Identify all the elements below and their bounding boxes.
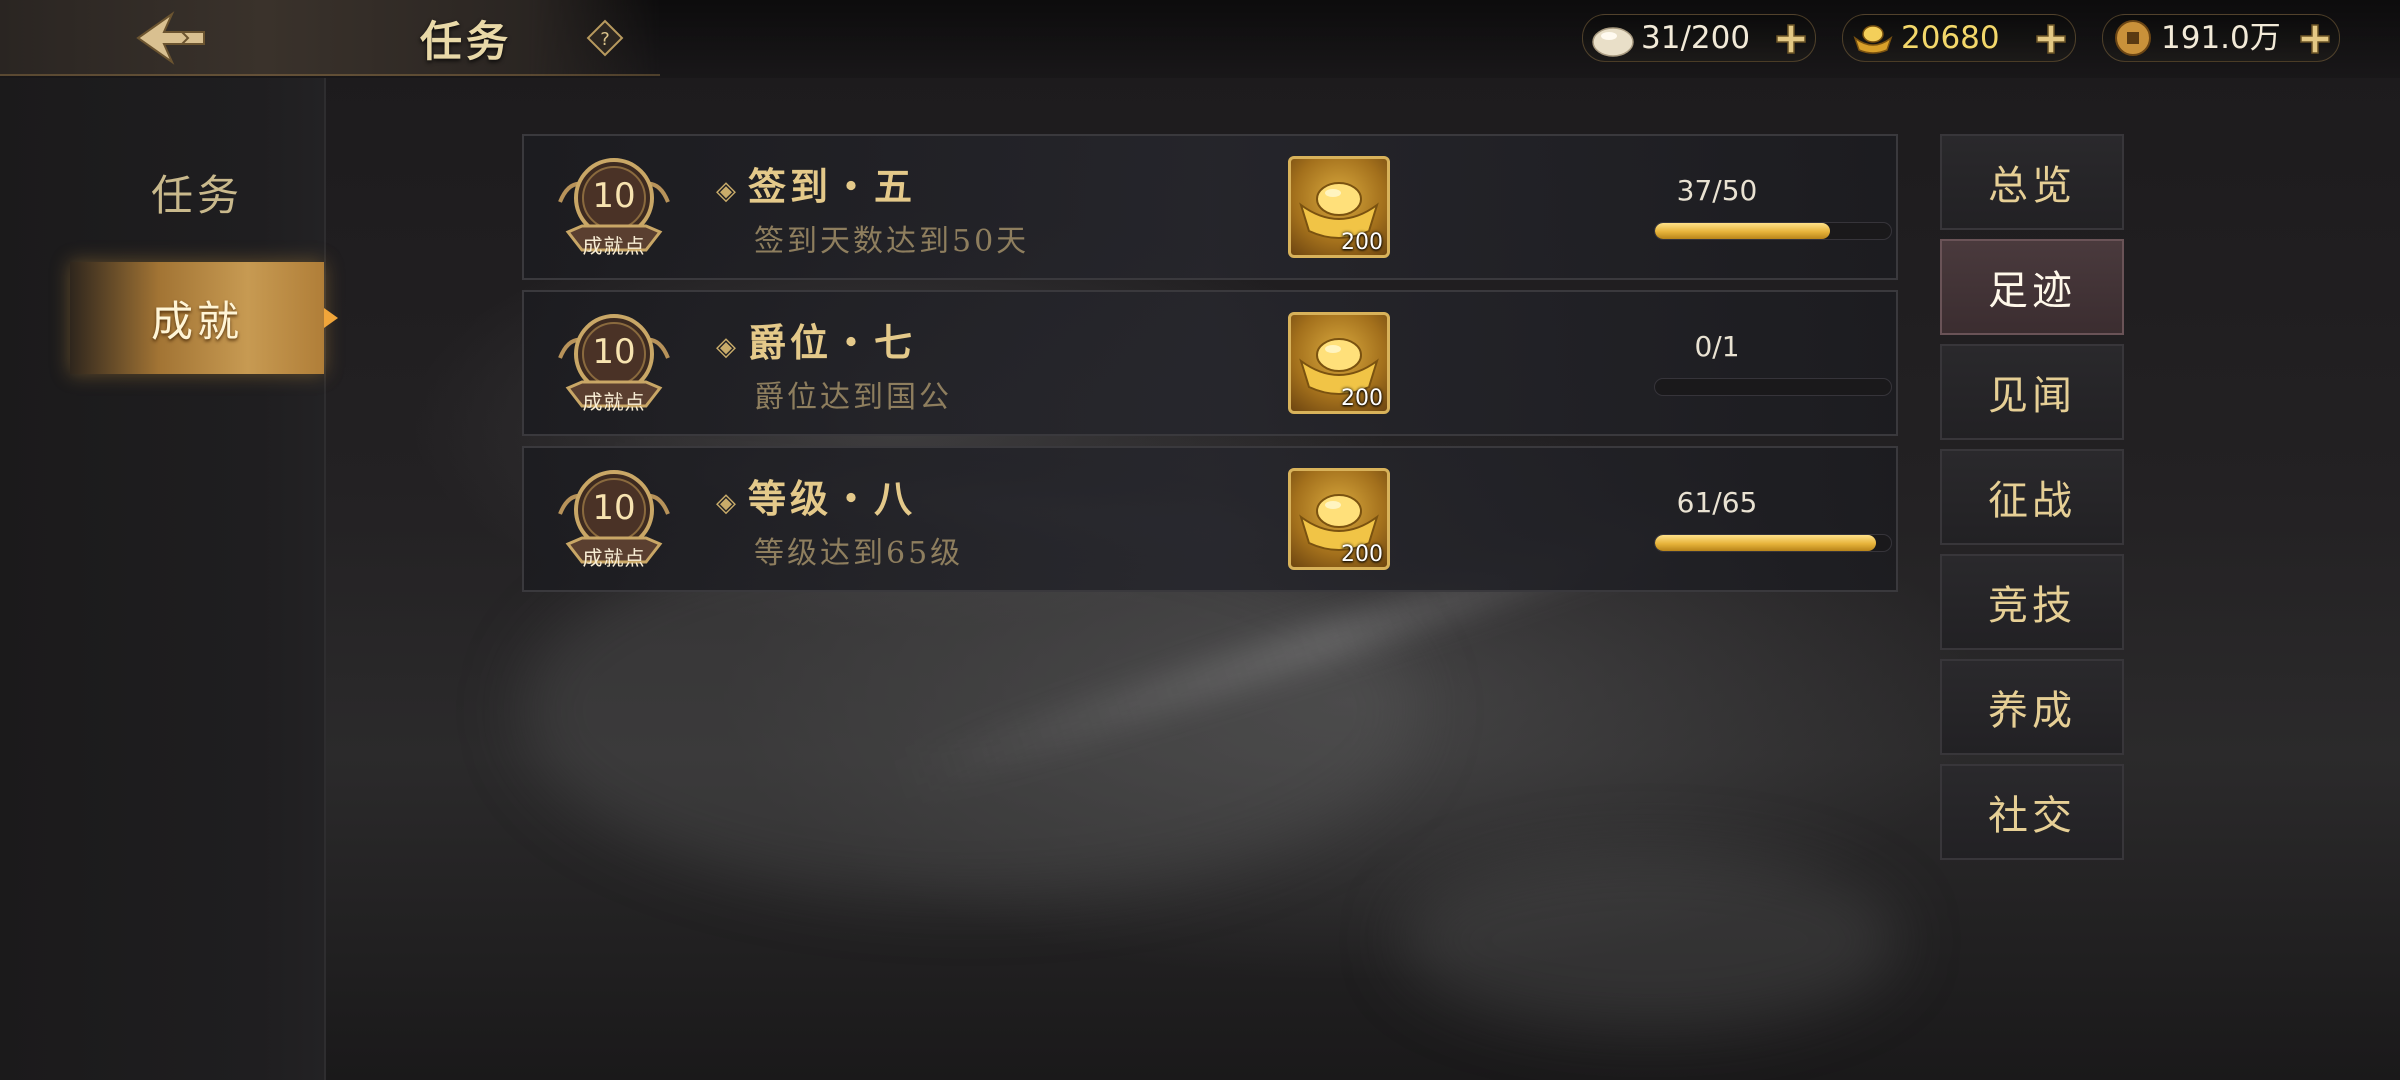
achievement-points-label: 成就点 (582, 546, 646, 570)
achievement-row: 10 成就点 ◈ 签到・五 签到天数达到50天 200 37/50 (522, 134, 1898, 280)
category-label: 见闻 (1988, 373, 2076, 419)
progress-fill (1655, 535, 1877, 551)
progress-bar (1654, 534, 1892, 552)
progress-text: 37/50 (1676, 174, 1758, 207)
achievement-row: 10 成就点 ◈ 爵位・七 爵位达到国公 200 0/1 (522, 290, 1898, 436)
currency-gold: 20680 (1842, 14, 2076, 62)
add-coin-button[interactable] (2295, 19, 2335, 59)
add-gold-button[interactable] (2031, 19, 2071, 59)
reward-count: 200 (1341, 386, 1383, 411)
tab-achievements[interactable]: 成就 (70, 262, 338, 374)
achievement-points-badge: 10 成就点 (554, 464, 674, 578)
currency-gold-value: 20680 (1901, 20, 2000, 56)
progress-text: 0/1 (1694, 330, 1740, 363)
achievement-title: ◈ 签到・五 (716, 156, 916, 211)
page-title: 任务 (420, 17, 513, 66)
progress-bar (1654, 222, 1892, 240)
achievement-description: 等级达到65级 (754, 536, 964, 571)
progress-text: 61/65 (1676, 486, 1758, 519)
reward-count: 200 (1341, 542, 1383, 567)
progress-fill (1655, 223, 1830, 239)
category-overview[interactable]: 总览 (1940, 134, 2124, 230)
category-label: 征战 (1988, 478, 2076, 524)
achievement-points-label: 成就点 (582, 390, 646, 414)
title-plate (0, 0, 660, 76)
category-label: 社交 (1988, 793, 2076, 839)
category-arena[interactable]: 竞技 (1940, 554, 2124, 650)
category-campaign[interactable]: 征战 (1940, 449, 2124, 545)
progress-bar (1654, 378, 1892, 396)
game-screen: 任务 ? 31/200 20680 191.0万 任务 成就 10 成就点 ◈ … (0, 0, 2400, 1080)
diamond-icon: ◈ (716, 487, 740, 518)
bun-icon (1592, 27, 1634, 57)
reward-count: 200 (1341, 230, 1383, 255)
achievement-points-badge: 10 成就点 (554, 308, 674, 422)
background-scenery-blob (1400, 850, 1900, 1030)
diamond-icon: ◈ (716, 331, 740, 362)
achievement-title-text: 签到・五 (748, 164, 917, 209)
category-label: 竞技 (1988, 583, 2076, 629)
achievement-title: ◈ 等级・八 (716, 468, 916, 523)
category-label: 总览 (1988, 163, 2076, 209)
gold-ingot-icon (1853, 25, 1893, 54)
help-question-icon: ? (586, 19, 624, 57)
achievement-description: 爵位达到国公 (754, 380, 952, 415)
left-sidebar: 任务 成就 (0, 78, 338, 1080)
reward-item[interactable]: 200 (1288, 312, 1390, 414)
currency-coin: 191.0万 (2102, 14, 2340, 62)
coin-icon (2115, 20, 2151, 56)
back-arrow-icon (136, 11, 205, 65)
back-button[interactable] (130, 8, 210, 68)
tab-tasks-label: 任务 (150, 170, 243, 220)
category-footprints[interactable]: 足迹 (1940, 239, 2124, 335)
achievement-description: 签到天数达到50天 (754, 224, 1030, 259)
achievement-points: 10 (592, 488, 636, 528)
category-label: 养成 (1988, 688, 2076, 734)
achievement-points-badge: 10 成就点 (554, 152, 674, 266)
help-button[interactable]: ? (585, 18, 625, 58)
achievement-title-text: 爵位・七 (748, 320, 917, 365)
add-bun-button[interactable] (1771, 19, 1811, 59)
currency-bun-value: 31/200 (1641, 20, 1751, 56)
achievement-title: ◈ 爵位・七 (716, 312, 916, 367)
tab-achievements-label: 成就 (150, 296, 243, 346)
reward-item[interactable]: 200 (1288, 468, 1390, 570)
category-experiences[interactable]: 见闻 (1940, 344, 2124, 440)
svg-text:?: ? (600, 29, 610, 50)
diamond-icon: ◈ (716, 175, 740, 206)
achievement-row: 10 成就点 ◈ 等级・八 等级达到65级 200 61/65 (522, 446, 1898, 592)
reward-item[interactable]: 200 (1288, 156, 1390, 258)
achievement-points: 10 (592, 332, 636, 372)
category-label: 足迹 (1988, 268, 2076, 314)
currency-coin-value: 191.0万 (2161, 20, 2281, 56)
category-cultivation[interactable]: 养成 (1940, 659, 2124, 755)
category-social[interactable]: 社交 (1940, 764, 2124, 860)
achievement-points: 10 (592, 176, 636, 216)
achievement-points-label: 成就点 (582, 234, 646, 258)
achievement-title-text: 等级・八 (748, 476, 917, 521)
tab-tasks[interactable]: 任务 (70, 136, 324, 248)
currency-bun: 31/200 (1582, 14, 1816, 62)
